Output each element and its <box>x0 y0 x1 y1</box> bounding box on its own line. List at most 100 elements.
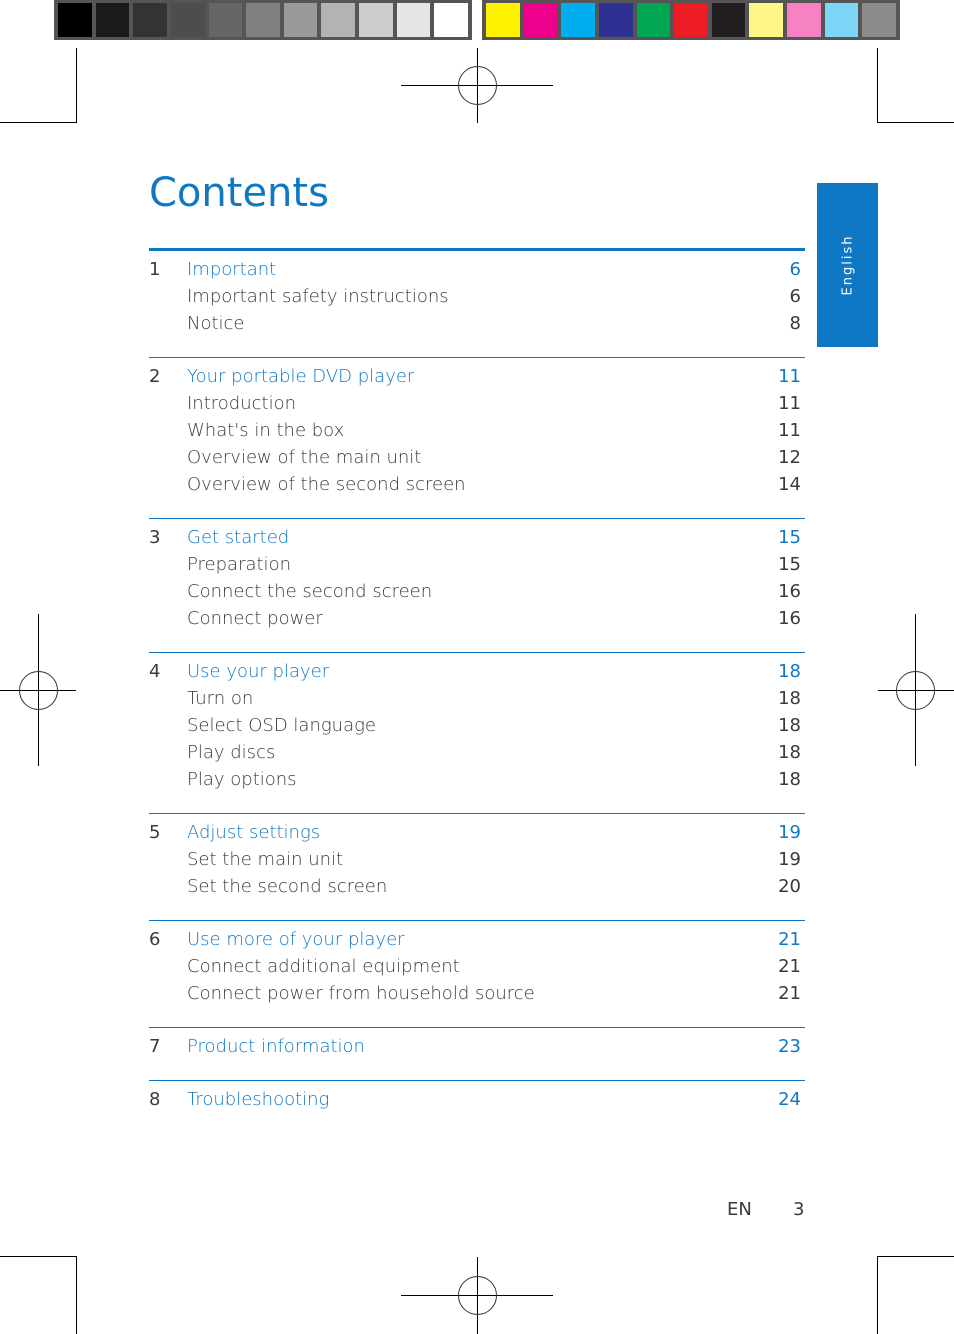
chapter-number: 7 <box>149 1036 161 1057</box>
entry-title[interactable]: Connect power <box>187 608 761 629</box>
toc-entry-row[interactable]: What's in the box 11 <box>149 420 805 447</box>
gray-swatch <box>434 3 469 37</box>
toc-entry-row[interactable]: Select OSD language 18 <box>149 715 805 742</box>
chapter-title[interactable]: Use your player <box>187 661 761 682</box>
toc-entry-row[interactable]: Play options 18 <box>149 769 805 796</box>
entry-title[interactable]: Connect additional equipment <box>187 956 761 977</box>
entry-page: 18 <box>778 715 801 736</box>
toc-entry-row[interactable]: Set the second screen 20 <box>149 876 805 903</box>
gray-swatch <box>283 3 318 37</box>
language-tab: English <box>817 183 878 347</box>
toc-section: 7 Product information 23 <box>149 1027 805 1080</box>
entry-title[interactable]: Set the main unit <box>187 849 761 870</box>
entry-title[interactable]: Introduction <box>187 393 761 414</box>
entry-title[interactable]: Overview of the second screen <box>187 474 761 495</box>
chapter-title[interactable]: Product information <box>187 1036 761 1057</box>
toc-chapter-row[interactable]: 2 Your portable DVD player 11 <box>149 366 805 393</box>
entry-page: 15 <box>778 554 801 575</box>
color-swatch <box>862 3 897 37</box>
crop-mark <box>877 122 954 123</box>
entry-page: 8 <box>789 313 801 334</box>
toc-section: 6 Use more of your player 21 Connect additi… <box>149 920 805 1027</box>
chapter-number: 2 <box>149 366 161 387</box>
chapter-page: 21 <box>778 929 801 950</box>
toc-entry-row[interactable]: Set the main unit 19 <box>149 849 805 876</box>
toc-entry-row[interactable]: Connect power 16 <box>149 608 805 635</box>
grayscale-calibration-bar <box>54 0 472 40</box>
entry-title[interactable]: Play options <box>187 769 761 790</box>
entry-title[interactable]: Set the second screen <box>187 876 761 897</box>
toc-entry-row[interactable]: Overview of the main unit 12 <box>149 447 805 474</box>
color-swatch <box>486 3 520 37</box>
entry-page: 6 <box>789 286 801 307</box>
entry-title[interactable]: Play discs <box>187 742 761 763</box>
toc-entry-row[interactable]: Introduction 11 <box>149 393 805 420</box>
toc-entry-row[interactable]: Turn on 18 <box>149 688 805 715</box>
entry-title[interactable]: What's in the box <box>187 420 761 441</box>
language-tab-label: English <box>840 234 855 296</box>
color-calibration-bar <box>482 0 900 40</box>
toc-entry-row[interactable]: Important safety instructions 6 <box>149 286 805 313</box>
chapter-title[interactable]: Important <box>187 259 761 280</box>
chapter-number: 5 <box>149 822 161 843</box>
chapter-page: 11 <box>778 366 801 387</box>
entry-title[interactable]: Important safety instructions <box>187 286 761 307</box>
toc-chapter-row[interactable]: 4 Use your player 18 <box>149 661 805 688</box>
footer-lang-code: EN <box>727 1199 752 1220</box>
entry-title[interactable]: Preparation <box>187 554 761 575</box>
chapter-page: 6 <box>789 259 801 280</box>
toc-chapter-row[interactable]: 6 Use more of your player 21 <box>149 929 805 956</box>
chapter-page: 24 <box>778 1089 801 1110</box>
entry-page: 18 <box>778 688 801 709</box>
crop-mark <box>877 48 878 123</box>
toc-chapter-row[interactable]: 8 Troubleshooting 24 <box>149 1089 805 1116</box>
chapter-title[interactable]: Get started <box>187 527 761 548</box>
entry-title[interactable]: Notice <box>187 313 761 334</box>
entry-title[interactable]: Select OSD language <box>187 715 761 736</box>
color-swatch <box>598 3 633 37</box>
entry-title[interactable]: Connect the second screen <box>187 581 761 602</box>
toc-entry-row[interactable]: Preparation 15 <box>149 554 805 581</box>
chapter-page: 15 <box>778 527 801 548</box>
toc-chapter-row[interactable]: 3 Get started 15 <box>149 527 805 554</box>
color-swatch <box>636 3 671 37</box>
toc-entry-row[interactable]: Connect the second screen 16 <box>149 581 805 608</box>
toc-entry-row[interactable]: Overview of the second screen 14 <box>149 474 805 501</box>
entry-title[interactable]: Turn on <box>187 688 761 709</box>
chapter-page: 23 <box>778 1036 801 1057</box>
toc-section: 1 Important 6 Important safety instructions… <box>149 248 805 357</box>
entry-page: 14 <box>778 474 801 495</box>
entry-title[interactable]: Connect power from household source <box>187 983 761 1004</box>
toc-chapter-row[interactable]: 5 Adjust settings 19 <box>149 822 805 849</box>
toc-entry-row[interactable]: Play discs 18 <box>149 742 805 769</box>
color-swatch <box>674 3 708 37</box>
toc-chapter-row[interactable]: 1 Important 6 <box>149 259 805 286</box>
chapter-title[interactable]: Adjust settings <box>187 822 761 843</box>
entry-page: 21 <box>778 956 801 977</box>
chapter-title[interactable]: Your portable DVD player <box>187 366 761 387</box>
color-swatch <box>824 3 859 37</box>
gray-swatch <box>321 3 356 37</box>
chapter-title[interactable]: Troubleshooting <box>187 1089 761 1110</box>
toc-section: 8 Troubleshooting 24 <box>149 1080 805 1133</box>
crop-mark <box>877 1256 954 1257</box>
entry-page: 21 <box>778 983 801 1004</box>
toc-section: 2 Your portable DVD player 11 Introduction 1… <box>149 357 805 518</box>
chapter-title[interactable]: Use more of your player <box>187 929 761 950</box>
toc-entry-row[interactable]: Connect additional equipment 21 <box>149 956 805 983</box>
table-of-contents: 1 Important 6 Important safety instructions… <box>149 248 805 1133</box>
toc-section: 4 Use your player 18 Turn on 18 Select OSD la… <box>149 652 805 813</box>
crop-mark <box>877 1256 878 1334</box>
color-swatch <box>711 3 746 37</box>
entry-title[interactable]: Overview of the main unit <box>187 447 761 468</box>
page-title: Contents <box>149 170 329 216</box>
toc-entry-row[interactable]: Notice 8 <box>149 313 805 340</box>
toc-entry-row[interactable]: Connect power from household source 21 <box>149 983 805 1010</box>
gray-swatch <box>133 3 167 37</box>
toc-chapter-row[interactable]: 7 Product information 23 <box>149 1036 805 1063</box>
